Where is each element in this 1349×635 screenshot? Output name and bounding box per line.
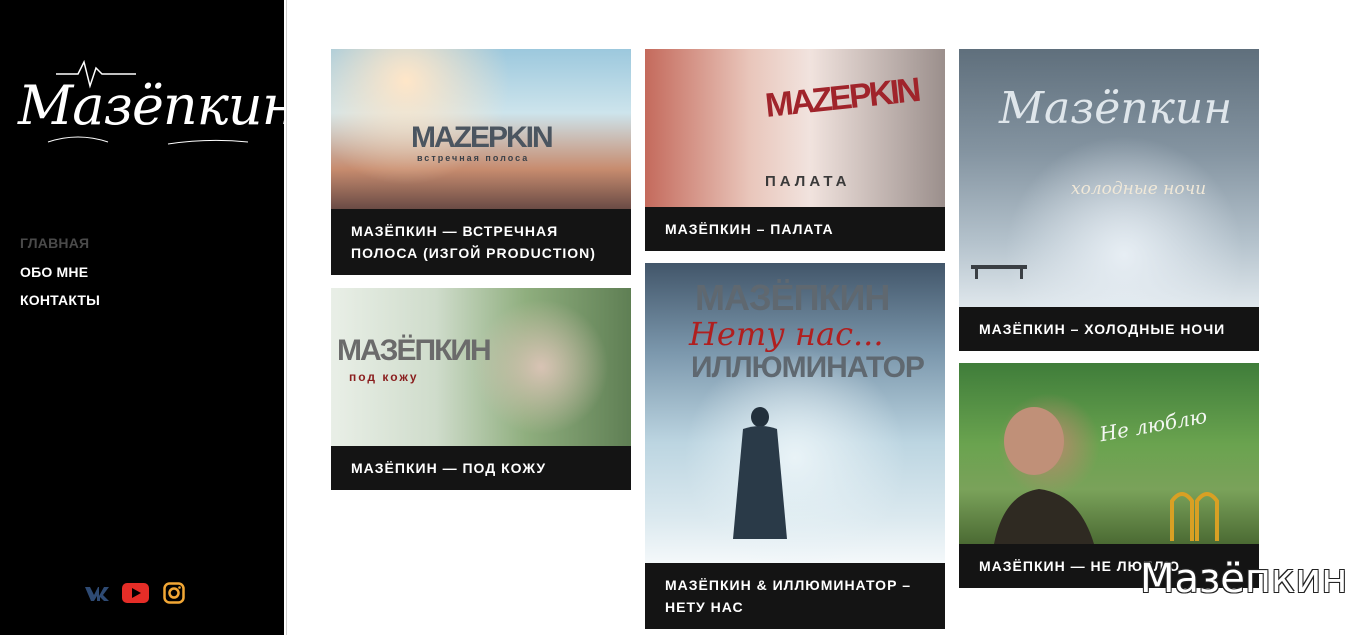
post-title[interactable]: МАЗЁПКИН — ВСТРЕЧНАЯ ПОЛОСА (ИЗГОЙ PRODU…	[331, 209, 631, 275]
cover-title: Мазёпкин	[999, 83, 1233, 134]
person-image	[994, 407, 1094, 544]
nav-item-about[interactable]: ОБО МНЕ	[20, 258, 100, 287]
nav-item-contacts[interactable]: КОНТАКТЫ	[20, 286, 100, 315]
post-title[interactable]: МАЗЁПКИН – ХОЛОДНЫЕ НОЧИ	[959, 307, 1259, 351]
watermark-text: Мазёпкин	[1140, 556, 1348, 602]
post-title[interactable]: МАЗЁПКИН – ПАЛАТА	[645, 207, 945, 251]
social-links	[84, 580, 187, 605]
post-cover-image[interactable]: MAZEPKIN встречная полоса	[331, 49, 631, 209]
instagram-icon[interactable]	[160, 580, 187, 605]
youtube-icon[interactable]	[122, 580, 149, 605]
cover-subtitle: ИЛЛЮМИНАТОР	[691, 351, 925, 384]
main-nav: ГЛАВНАЯ ОБО МНЕ КОНТАКТЫ	[20, 229, 100, 315]
post-card-netu-nas[interactable]: МАЗЁПКИН Нету нас... ИЛЛЮМИНАТОР МАЗЁПКИ…	[645, 263, 945, 629]
logo-text: Мазёпкин	[18, 74, 297, 137]
post-cover-image[interactable]: MAZEPKIN ПАЛАТА	[645, 49, 945, 207]
sidebar: Мазёпкин ГЛАВНАЯ ОБО МНЕ КОНТАКТЫ	[0, 0, 297, 635]
post-card-holodnye-nochi[interactable]: Мазёпкин холодные ночи МАЗЁПКИН – ХОЛОДН…	[959, 49, 1259, 351]
post-title[interactable]: МАЗЁПКИН & ИЛЛЮМИНАТОР – НЕТУ НАС	[645, 563, 945, 629]
cover-subtitle: под кожу	[349, 370, 419, 384]
cover-subtitle: встречная полоса	[417, 153, 530, 163]
post-title[interactable]: МАЗЁПКИН — ПОД КОЖУ	[331, 446, 631, 490]
post-cover-image[interactable]: МАЗЁПКИН под кожу	[331, 288, 631, 446]
cover-script: Нету нас...	[689, 315, 884, 353]
cover-title: MAZEPKIN	[411, 121, 554, 154]
watermark-logo: Мазёпкин	[1140, 552, 1347, 632]
post-card-vstrechnaya-polosa[interactable]: MAZEPKIN встречная полоса МАЗЁПКИН — ВСТ…	[331, 49, 631, 275]
bench-image	[971, 265, 1027, 279]
figure-silhouette-image	[733, 407, 787, 539]
cover-subtitle: холодные ночи	[1071, 179, 1207, 199]
cover-title: MAZEPKIN	[763, 71, 921, 125]
site-logo[interactable]: Мазёпкин	[18, 52, 297, 162]
cover-title: Не люблю	[1097, 403, 1209, 447]
cover-title: МАЗЁПКИН	[695, 277, 890, 318]
cover-title: МАЗЁПКИН	[337, 334, 492, 367]
post-card-pod-kozhu[interactable]: МАЗЁПКИН под кожу МАЗЁПКИН — ПОД КОЖУ	[331, 288, 631, 490]
vk-icon[interactable]	[84, 580, 111, 605]
cover-subtitle: ПАЛАТА	[765, 173, 851, 190]
post-cover-image[interactable]: Мазёпкин холодные ночи	[959, 49, 1259, 307]
post-card-palata[interactable]: MAZEPKIN ПАЛАТА МАЗЁПКИН – ПАЛАТА	[645, 49, 945, 251]
playground-swing-image	[1170, 492, 1219, 541]
post-cover-image[interactable]: Не люблю	[959, 363, 1259, 544]
sidebar-divider	[284, 0, 287, 635]
post-cover-image[interactable]: МАЗЁПКИН Нету нас... ИЛЛЮМИНАТОР	[645, 263, 945, 563]
nav-item-home[interactable]: ГЛАВНАЯ	[20, 229, 100, 258]
